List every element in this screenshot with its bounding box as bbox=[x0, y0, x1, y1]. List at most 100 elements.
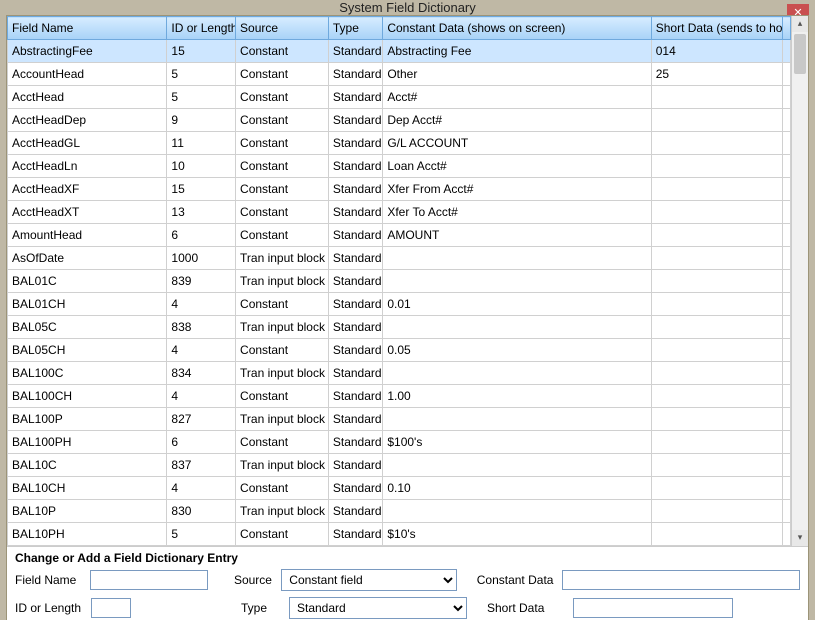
source-select[interactable]: Constant field bbox=[281, 569, 456, 591]
cell-source: Constant bbox=[236, 339, 329, 362]
window: System Field Dictionary ✕ bbox=[0, 0, 815, 620]
col-header-short[interactable]: Short Data (sends to host) bbox=[651, 17, 782, 40]
table-row[interactable]: BAL10CH4ConstantStandard0.10 bbox=[8, 477, 791, 500]
col-header-extra bbox=[782, 17, 790, 40]
cell-source: Constant bbox=[236, 224, 329, 247]
cell-short bbox=[651, 178, 782, 201]
cell-const bbox=[383, 247, 651, 270]
table-row[interactable]: BAL100C834Tran input blockStandard bbox=[8, 362, 791, 385]
table-row[interactable]: BAL10C837Tran input blockStandard bbox=[8, 454, 791, 477]
cell-extra bbox=[782, 362, 790, 385]
table-row[interactable]: AccountHead5ConstantStandardOther25 bbox=[8, 63, 791, 86]
cell-field: BAL100CH bbox=[8, 385, 167, 408]
table-row[interactable]: BAL01CH4ConstantStandard0.01 bbox=[8, 293, 791, 316]
cell-source: Constant bbox=[236, 40, 329, 63]
cell-source: Constant bbox=[236, 385, 329, 408]
type-select[interactable]: Standard bbox=[289, 597, 467, 619]
cell-extra bbox=[782, 408, 790, 431]
label-source: Source bbox=[234, 573, 275, 587]
cell-const bbox=[383, 500, 651, 523]
table-row[interactable]: AcctHeadXF15ConstantStandardXfer From Ac… bbox=[8, 178, 791, 201]
cell-field: AcctHeadXF bbox=[8, 178, 167, 201]
cell-extra bbox=[782, 385, 790, 408]
cell-extra bbox=[782, 316, 790, 339]
scroll-up-icon[interactable]: ▴ bbox=[792, 16, 808, 32]
table-row[interactable]: AbstractingFee15ConstantStandardAbstract… bbox=[8, 40, 791, 63]
table-row[interactable]: BAL10P830Tran input blockStandard bbox=[8, 500, 791, 523]
cell-type: Standard bbox=[328, 201, 382, 224]
field-name-input[interactable] bbox=[90, 570, 208, 590]
table-row[interactable]: AcctHeadDep9ConstantStandardDep Acct# bbox=[8, 109, 791, 132]
cell-source: Constant bbox=[236, 477, 329, 500]
table-row[interactable]: AcctHead5ConstantStandardAcct# bbox=[8, 86, 791, 109]
col-header-fieldname[interactable]: Field Name bbox=[8, 17, 167, 40]
cell-id: 4 bbox=[167, 385, 236, 408]
label-short-data: Short Data bbox=[487, 601, 567, 615]
cell-field: BAL100P bbox=[8, 408, 167, 431]
table-row[interactable]: AcctHeadXT13ConstantStandardXfer To Acct… bbox=[8, 201, 791, 224]
cell-source: Constant bbox=[236, 109, 329, 132]
cell-short bbox=[651, 500, 782, 523]
cell-extra bbox=[782, 132, 790, 155]
cell-extra bbox=[782, 201, 790, 224]
table-row[interactable]: BAL100P827Tran input blockStandard bbox=[8, 408, 791, 431]
table-row[interactable]: BAL01C839Tran input blockStandard bbox=[8, 270, 791, 293]
window-title: System Field Dictionary bbox=[339, 0, 476, 15]
label-constant-data: Constant Data bbox=[477, 573, 556, 587]
cell-id: 10 bbox=[167, 155, 236, 178]
table-row[interactable]: BAL100CH4ConstantStandard1.00 bbox=[8, 385, 791, 408]
cell-id: 839 bbox=[167, 270, 236, 293]
cell-id: 6 bbox=[167, 224, 236, 247]
cell-type: Standard bbox=[328, 431, 382, 454]
data-grid[interactable]: Field Name ID or Length Source Type Cons… bbox=[7, 16, 791, 546]
cell-const bbox=[383, 454, 651, 477]
table-row[interactable]: AcctHeadLn10ConstantStandardLoan Acct# bbox=[8, 155, 791, 178]
cell-const: G/L ACCOUNT bbox=[383, 132, 651, 155]
cell-type: Standard bbox=[328, 500, 382, 523]
cell-short bbox=[651, 408, 782, 431]
cell-source: Tran input block bbox=[236, 270, 329, 293]
titlebar: System Field Dictionary ✕ bbox=[0, 0, 815, 15]
cell-extra bbox=[782, 247, 790, 270]
cell-source: Tran input block bbox=[236, 247, 329, 270]
constant-data-input[interactable] bbox=[562, 570, 800, 590]
short-data-input[interactable] bbox=[573, 598, 733, 618]
cell-type: Standard bbox=[328, 408, 382, 431]
table-row[interactable]: BAL100PH6ConstantStandard$100's bbox=[8, 431, 791, 454]
cell-field: BAL01CH bbox=[8, 293, 167, 316]
cell-source: Constant bbox=[236, 63, 329, 86]
id-length-input[interactable] bbox=[91, 598, 131, 618]
cell-id: 827 bbox=[167, 408, 236, 431]
table-row[interactable]: AsOfDate1000Tran input blockStandard bbox=[8, 247, 791, 270]
cell-type: Standard bbox=[328, 224, 382, 247]
col-header-constant[interactable]: Constant Data (shows on screen) bbox=[383, 17, 651, 40]
cell-id: 13 bbox=[167, 201, 236, 224]
table-row[interactable]: BAL05CH4ConstantStandard0.05 bbox=[8, 339, 791, 362]
cell-const: 1.00 bbox=[383, 385, 651, 408]
table-row[interactable]: BAL05C838Tran input blockStandard bbox=[8, 316, 791, 339]
table-row[interactable]: AcctHeadGL11ConstantStandardG/L ACCOUNT bbox=[8, 132, 791, 155]
table-row[interactable]: BAL10PH5ConstantStandard$10's bbox=[8, 523, 791, 546]
table-row[interactable]: AmountHead6ConstantStandardAMOUNT bbox=[8, 224, 791, 247]
cell-const bbox=[383, 316, 651, 339]
cell-short bbox=[651, 132, 782, 155]
cell-extra bbox=[782, 86, 790, 109]
col-header-source[interactable]: Source bbox=[236, 17, 329, 40]
cell-short bbox=[651, 316, 782, 339]
form-area: Change or Add a Field Dictionary Entry F… bbox=[7, 547, 808, 620]
cell-const: 0.01 bbox=[383, 293, 651, 316]
cell-const: Dep Acct# bbox=[383, 109, 651, 132]
vertical-scrollbar[interactable]: ▴ ▾ bbox=[791, 16, 808, 546]
cell-short bbox=[651, 270, 782, 293]
col-header-type[interactable]: Type bbox=[328, 17, 382, 40]
cell-type: Standard bbox=[328, 477, 382, 500]
col-header-id[interactable]: ID or Length bbox=[167, 17, 236, 40]
cell-short: 014 bbox=[651, 40, 782, 63]
scroll-down-icon[interactable]: ▾ bbox=[792, 530, 808, 546]
cell-type: Standard bbox=[328, 523, 382, 546]
cell-extra bbox=[782, 339, 790, 362]
cell-const bbox=[383, 362, 651, 385]
cell-source: Tran input block bbox=[236, 362, 329, 385]
scroll-thumb[interactable] bbox=[794, 34, 806, 74]
cell-const: 0.05 bbox=[383, 339, 651, 362]
